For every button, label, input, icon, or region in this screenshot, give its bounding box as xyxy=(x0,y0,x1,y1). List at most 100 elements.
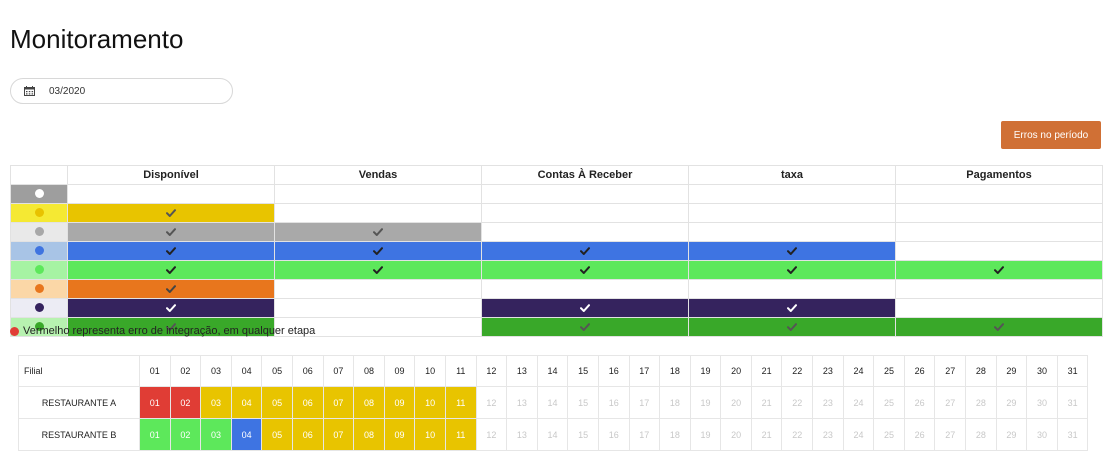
legend-cell-taxa xyxy=(688,279,896,299)
legend-cell-disponivel xyxy=(67,184,275,204)
day-header: 21 xyxy=(750,355,783,387)
day-cell[interactable]: 02 xyxy=(169,386,202,419)
day-header: 29 xyxy=(995,355,1028,387)
legend-status-cell xyxy=(10,222,68,242)
day-cell: 23 xyxy=(812,386,844,419)
check-icon xyxy=(373,261,383,278)
day-cell[interactable]: 03 xyxy=(200,418,232,451)
red-dot-icon xyxy=(10,326,19,336)
day-cell[interactable]: 05 xyxy=(261,386,293,419)
day-header: 14 xyxy=(536,355,569,387)
day-header: 05 xyxy=(261,355,293,387)
day-cell: 21 xyxy=(750,386,783,419)
day-header: 08 xyxy=(353,355,385,387)
day-cell: 30 xyxy=(1026,418,1058,451)
day-header: 07 xyxy=(322,355,355,387)
day-cell[interactable]: 01 xyxy=(139,418,171,451)
legend-cell-contas-a-receber xyxy=(481,298,689,318)
day-cell[interactable]: 11 xyxy=(444,386,477,419)
legend-cell-contas-a-receber xyxy=(481,279,689,299)
day-header: 22 xyxy=(781,355,814,387)
day-header: 27 xyxy=(934,355,967,387)
check-icon xyxy=(373,242,383,259)
day-cell[interactable]: 02 xyxy=(169,418,202,451)
days-header-row: Filial 01 02 03 04 05 06 07 08 09 10 11 12 13 14 15 16 17… xyxy=(18,355,1089,387)
status-dot-icon xyxy=(34,265,44,275)
legend-cell-taxa xyxy=(688,298,896,318)
day-cell: 20 xyxy=(720,418,752,451)
check-icon xyxy=(166,299,176,316)
day-cell[interactable]: 09 xyxy=(383,418,416,451)
day-cell[interactable]: 07 xyxy=(322,386,355,419)
legend-cell-taxa xyxy=(688,260,896,280)
day-cell[interactable]: 10 xyxy=(414,418,446,451)
legend-cell-pagamentos xyxy=(895,298,1103,318)
day-cell: 15 xyxy=(567,386,599,419)
day-cell[interactable]: 07 xyxy=(322,418,355,451)
check-icon xyxy=(166,204,176,221)
day-cell: 30 xyxy=(1026,386,1058,419)
legend-cell-contas-a-receber xyxy=(481,184,689,204)
legend-cell-contas-a-receber xyxy=(481,241,689,261)
day-cell[interactable]: 04 xyxy=(230,386,263,419)
day-cell[interactable]: 08 xyxy=(353,418,385,451)
day-cell[interactable]: 09 xyxy=(383,386,416,419)
day-cell: 31 xyxy=(1056,386,1089,419)
day-cell: 25 xyxy=(873,386,905,419)
day-cell: 15 xyxy=(567,418,599,451)
legend-cell-disponivel xyxy=(67,241,275,261)
day-header: 28 xyxy=(965,355,997,387)
date-filter-value: 03/2020 xyxy=(49,86,86,97)
day-header: 09 xyxy=(383,355,416,387)
day-cell[interactable]: 01 xyxy=(139,386,171,419)
legend-row xyxy=(10,298,1103,318)
legend-row xyxy=(10,279,1103,299)
legend-cell-disponivel xyxy=(67,222,275,242)
legend-row xyxy=(10,222,1103,242)
day-cell: 22 xyxy=(781,418,814,451)
status-dot-icon xyxy=(34,284,44,294)
day-cell[interactable]: 06 xyxy=(291,418,324,451)
day-cell[interactable]: 11 xyxy=(444,418,477,451)
check-icon xyxy=(373,223,383,240)
day-header: 13 xyxy=(506,355,538,387)
day-cell[interactable]: 08 xyxy=(353,386,385,419)
check-icon xyxy=(787,261,797,278)
legend-header-vendas: Vendas xyxy=(274,165,482,185)
legend-cell-contas-a-receber xyxy=(481,317,689,337)
day-header: 24 xyxy=(842,355,875,387)
day-cell: 27 xyxy=(934,386,967,419)
restaurant-row: RESTAURANTE B 01 02 03 04 05 06 07 08 09 10 11 12 13 1… xyxy=(18,418,1089,451)
legend-status-cell xyxy=(10,203,68,223)
day-cell[interactable]: 10 xyxy=(414,386,446,419)
day-header: 04 xyxy=(230,355,263,387)
legend-cell-vendas xyxy=(274,260,482,280)
day-header: 11 xyxy=(444,355,477,387)
day-cell: 26 xyxy=(903,386,936,419)
error-legend-note: Vermelho representa erro de integração, … xyxy=(10,325,315,337)
day-cell[interactable]: 06 xyxy=(291,386,324,419)
day-cell: 24 xyxy=(842,418,875,451)
restaurant-name: RESTAURANTE B xyxy=(18,418,140,451)
day-header: 25 xyxy=(873,355,905,387)
day-header: 20 xyxy=(720,355,752,387)
filial-header: Filial xyxy=(18,355,140,387)
legend-header-taxa: taxa xyxy=(688,165,896,185)
date-filter-input[interactable]: 03/2020 xyxy=(10,78,233,104)
legend-cell-taxa xyxy=(688,203,896,223)
day-cell: 18 xyxy=(659,386,691,419)
legend-cell-disponivel xyxy=(67,298,275,318)
legend-row xyxy=(10,260,1103,280)
calendar-icon xyxy=(24,86,35,96)
day-cell[interactable]: 05 xyxy=(261,418,293,451)
day-header: 02 xyxy=(169,355,202,387)
day-cell[interactable]: 04 xyxy=(230,418,263,451)
day-header: 16 xyxy=(597,355,630,387)
status-legend-table: Disponível Vendas Contas À Receber taxa … xyxy=(10,165,1103,337)
legend-cell-disponivel xyxy=(67,279,275,299)
legend-cell-contas-a-receber xyxy=(481,203,689,223)
check-icon xyxy=(787,299,797,316)
day-cell[interactable]: 03 xyxy=(200,386,232,419)
errors-in-period-button[interactable]: Erros no período xyxy=(1001,121,1101,149)
legend-header-contas-a-receber: Contas À Receber xyxy=(481,165,689,185)
